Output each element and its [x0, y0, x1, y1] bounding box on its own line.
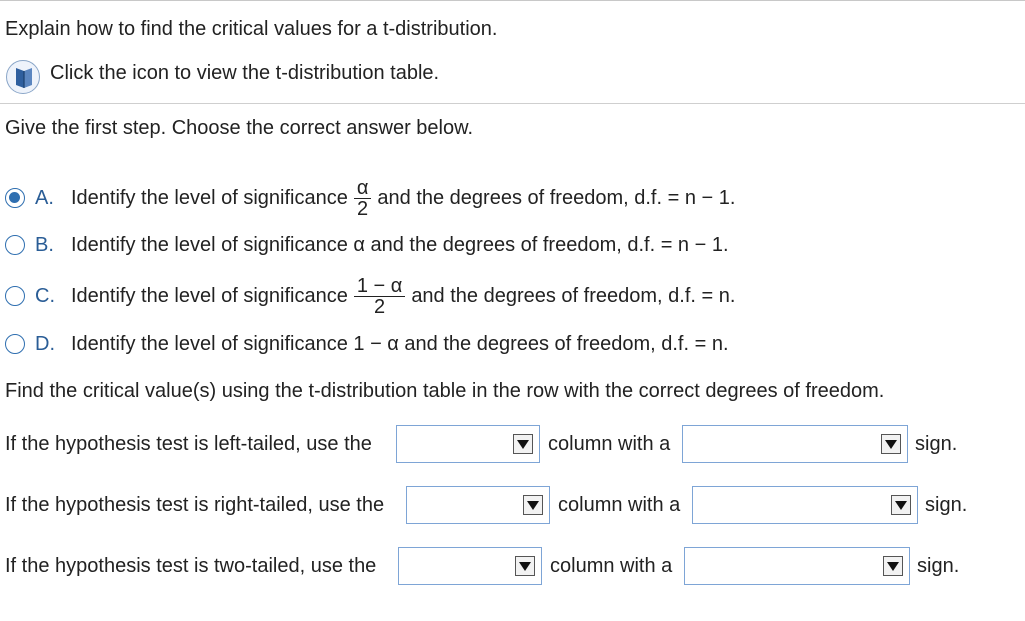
option-b-letter: B. [35, 233, 54, 256]
two-tailed-tail: sign. [917, 555, 960, 577]
option-d[interactable]: D. Identify the level of significance 1 … [5, 329, 729, 359]
two-tailed-column-dropdown[interactable] [398, 547, 542, 585]
top-divider [0, 0, 1025, 1]
step1-instruction: Give the first step. Choose the correct … [5, 117, 473, 139]
option-b-text: Identify the level of significance α and… [71, 233, 729, 256]
option-a-radio[interactable] [5, 188, 25, 208]
option-a-before: Identify the level of significance [71, 186, 348, 209]
option-d-text: Identify the level of significance 1 − α… [71, 332, 729, 355]
book-icon[interactable] [6, 60, 40, 94]
option-a[interactable]: A. Identify the level of significance α … [5, 178, 736, 219]
right-tailed-sign-dropdown[interactable] [692, 486, 918, 524]
option-d-radio[interactable] [5, 334, 25, 354]
right-tailed-lead: If the hypothesis test is right-tailed, … [5, 494, 385, 516]
option-c-after: and the degrees of freedom, d.f. = n. [411, 284, 736, 307]
section-divider [0, 103, 1025, 104]
option-b-radio[interactable] [5, 235, 25, 255]
option-d-letter: D. [35, 332, 55, 355]
icon-hint: Click the icon to view the t-distributio… [50, 62, 440, 84]
option-c-fraction-numerator: 1 − α [353, 276, 406, 297]
right-tailed-middle: column with a [558, 494, 681, 516]
option-c-before: Identify the level of significance [71, 284, 348, 307]
option-c-letter: C. [35, 284, 55, 307]
option-c-fraction-denominator: 2 [374, 295, 386, 318]
option-b[interactable]: B. Identify the level of significance α … [5, 230, 729, 260]
option-a-fraction: α 2 [353, 178, 372, 220]
two-tailed-middle: column with a [550, 555, 673, 577]
chevron-down-icon[interactable] [513, 434, 533, 454]
chevron-down-icon[interactable] [515, 556, 535, 576]
right-tailed-tail: sign. [925, 494, 968, 516]
left-tailed-sign-dropdown[interactable] [682, 425, 908, 463]
two-tailed-sign-dropdown[interactable] [684, 547, 910, 585]
option-a-letter: A. [35, 186, 54, 209]
option-c-radio[interactable] [5, 286, 25, 306]
step2-instruction: Find the critical value(s) using the t-d… [5, 380, 885, 402]
chevron-down-icon[interactable] [891, 495, 911, 515]
question-prompt: Explain how to find the critical values … [5, 18, 498, 40]
left-tailed-column-dropdown[interactable] [396, 425, 540, 463]
left-tailed-lead: If the hypothesis test is left-tailed, u… [5, 433, 372, 455]
option-a-fraction-denominator: 2 [357, 197, 369, 220]
book-icon-graphic [16, 68, 32, 88]
chevron-down-icon[interactable] [883, 556, 903, 576]
right-tailed-column-dropdown[interactable] [406, 486, 550, 524]
option-a-fraction-numerator: α [353, 178, 372, 199]
two-tailed-lead: If the hypothesis test is two-tailed, us… [5, 555, 377, 577]
option-c-fraction: 1 − α 2 [353, 276, 406, 318]
left-tailed-tail: sign. [915, 433, 958, 455]
chevron-down-icon[interactable] [881, 434, 901, 454]
chevron-down-icon[interactable] [523, 495, 543, 515]
left-tailed-middle: column with a [548, 433, 671, 455]
option-c[interactable]: C. Identify the level of significance 1 … [5, 276, 736, 317]
option-a-after: and the degrees of freedom, d.f. = n − 1… [377, 186, 736, 209]
